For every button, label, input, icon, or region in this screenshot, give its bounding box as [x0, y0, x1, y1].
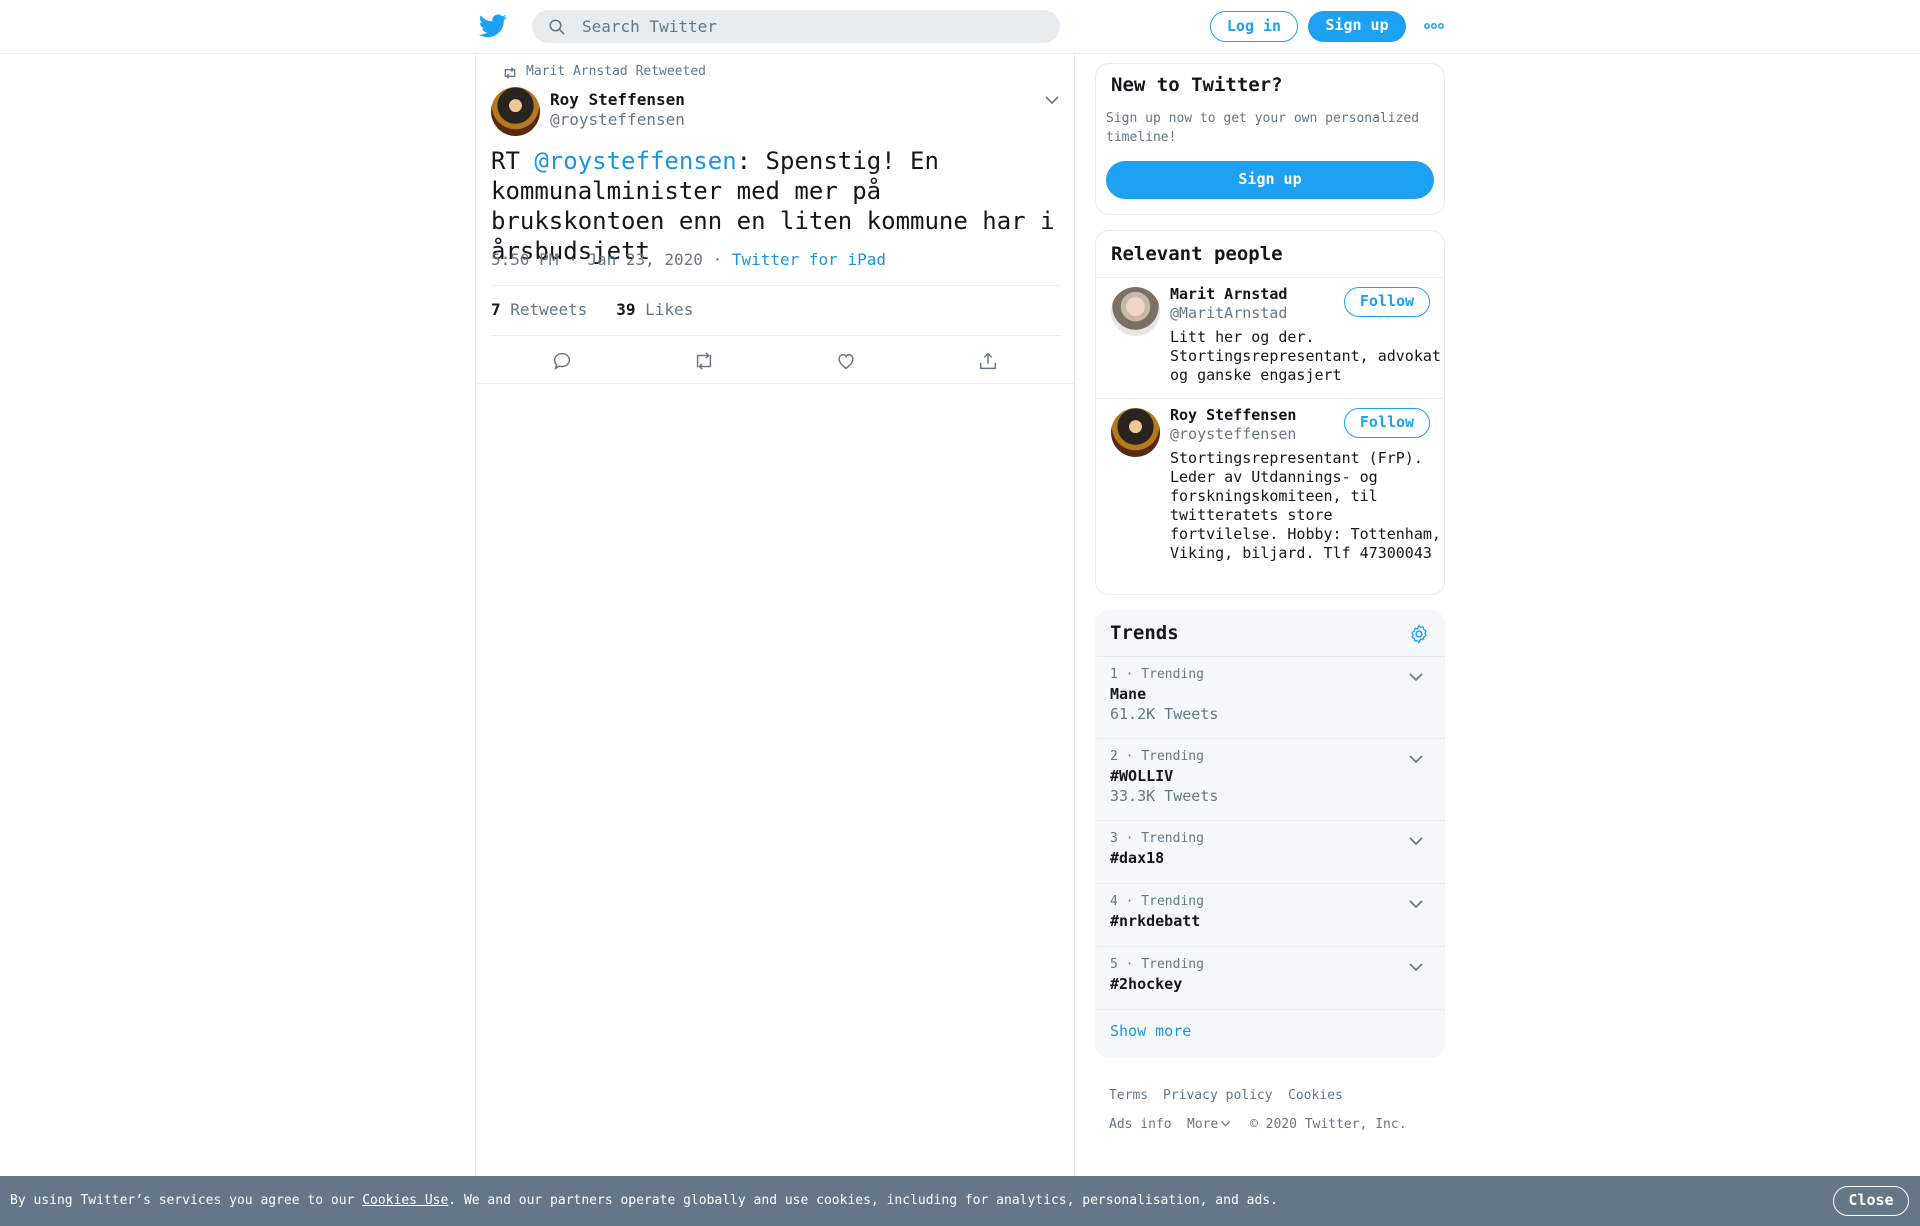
trends-card: Trends 1 · Trending Mane 61.2K Tweets 2 …: [1095, 610, 1445, 1058]
chevron-down-icon[interactable]: [1408, 896, 1424, 912]
tweet-stats: 7 Retweets 39 Likes: [491, 300, 693, 319]
retweet-context[interactable]: Marit Arnstad Retweeted: [504, 64, 707, 79]
trend-item[interactable]: 1 · Trending Mane 61.2K Tweets: [1095, 656, 1445, 738]
new-to-twitter-card: New to Twitter? Sign up now to get your …: [1095, 63, 1445, 215]
person-avatar[interactable]: [1111, 408, 1160, 457]
likes-label[interactable]: Likes: [645, 300, 693, 319]
trend-name: Mane: [1110, 685, 1147, 703]
search-icon: [549, 19, 565, 35]
search-input[interactable]: Search Twitter: [582, 17, 717, 36]
cookies-link[interactable]: Cookies: [1288, 1088, 1343, 1103]
signup-button[interactable]: Sign up: [1308, 11, 1406, 42]
new-to-twitter-title: New to Twitter?: [1111, 74, 1283, 96]
trend-name: #dax18: [1110, 849, 1165, 867]
chevron-down-icon[interactable]: [1408, 669, 1424, 685]
follow-button[interactable]: Follow: [1344, 408, 1430, 438]
trend-meta: 3 · Trending: [1110, 831, 1204, 846]
relevant-people-card: Relevant people Marit Arnstad @MaritArns…: [1095, 230, 1445, 595]
divider: [491, 285, 1061, 286]
person-name[interactable]: Roy Steffensen: [1170, 406, 1296, 424]
chevron-down-icon[interactable]: [1408, 959, 1424, 975]
relevant-people-title: Relevant people: [1111, 243, 1283, 265]
author-handle[interactable]: @roysteffensen: [550, 110, 685, 129]
gear-icon[interactable]: [1408, 623, 1430, 645]
person-card[interactable]: Roy Steffensen @roysteffensen Follow Sto…: [1096, 398, 1444, 594]
signup-large-button[interactable]: Sign up: [1106, 161, 1434, 199]
chevron-down-icon: [1221, 1120, 1231, 1127]
tweet-timestamp-line: 5:50 PM · Jan 23, 2020 · Twitter for iPa…: [491, 250, 886, 269]
trend-item[interactable]: 5 · Trending #2hockey: [1095, 946, 1445, 1009]
likes-count[interactable]: 39: [616, 300, 635, 319]
share-icon[interactable]: [977, 350, 999, 372]
show-more-link[interactable]: Show more: [1110, 1022, 1191, 1040]
trend-meta: 4 · Trending: [1110, 894, 1204, 909]
author-avatar[interactable]: [491, 87, 540, 136]
trend-item[interactable]: 2 · Trending #WOLLIV 33.3K Tweets: [1095, 738, 1445, 820]
trend-item[interactable]: 3 · Trending #dax18: [1095, 820, 1445, 883]
trend-count: 61.2K Tweets: [1110, 705, 1219, 723]
person-avatar[interactable]: [1111, 287, 1160, 336]
person-handle[interactable]: @roysteffensen: [1170, 425, 1296, 443]
tweet-text: RT @roysteffensen: Spenstig! En kommunal…: [491, 146, 1061, 266]
retweet-action-icon[interactable]: [693, 350, 715, 372]
more-label: More: [1187, 1117, 1219, 1132]
chevron-down-icon[interactable]: [1408, 751, 1424, 767]
author-name[interactable]: Roy Steffensen: [550, 90, 685, 109]
twitter-bird-icon[interactable]: [479, 14, 507, 38]
person-bio: Litt her og der. Stortingsrepresentant, …: [1170, 328, 1441, 384]
trends-title: Trends: [1110, 622, 1179, 644]
cookies-use-link[interactable]: Cookies Use: [362, 1193, 448, 1208]
more-link[interactable]: More: [1187, 1117, 1231, 1132]
tweet-column: Marit Arnstad Retweeted Roy Steffensen @…: [475, 54, 1075, 1180]
follow-button[interactable]: Follow: [1344, 287, 1430, 317]
trend-name: #nrkdebatt: [1110, 912, 1201, 930]
trend-meta: 2 · Trending: [1110, 749, 1204, 764]
terms-link[interactable]: Terms: [1109, 1088, 1148, 1103]
cookie-suffix: . We and our partners operate globally a…: [448, 1193, 1278, 1208]
login-button[interactable]: Log in: [1210, 11, 1298, 42]
trend-count: 33.3K Tweets: [1110, 787, 1219, 805]
divider: [476, 383, 1074, 384]
retweets-label[interactable]: Retweets: [510, 300, 587, 319]
trend-item[interactable]: 4 · Trending #nrkdebatt: [1095, 883, 1445, 946]
meta-separator: ·: [712, 250, 723, 269]
chevron-down-icon[interactable]: [1044, 92, 1060, 108]
tweet-time[interactable]: 5:50 PM · Jan 23, 2020: [491, 250, 703, 269]
reply-icon[interactable]: [551, 350, 573, 372]
copyright: © 2020 Twitter, Inc.: [1250, 1117, 1407, 1132]
new-to-twitter-description: Sign up now to get your own personalized…: [1106, 111, 1420, 145]
more-options-icon[interactable]: [1424, 20, 1444, 32]
chevron-down-icon[interactable]: [1408, 833, 1424, 849]
tweet-mention-link[interactable]: @roysteffensen: [534, 147, 736, 175]
cookie-banner: By using Twitter’s services you agree to…: [0, 1176, 1920, 1226]
like-heart-icon[interactable]: [835, 350, 857, 372]
retweet-icon: [504, 67, 516, 79]
privacy-link[interactable]: Privacy policy: [1163, 1088, 1273, 1103]
cookie-prefix: By using Twitter’s services you agree to…: [10, 1193, 363, 1208]
trend-name: #WOLLIV: [1110, 767, 1174, 785]
trend-meta: 1 · Trending: [1110, 667, 1204, 682]
tweet-text-prefix: RT: [491, 147, 535, 175]
tweet-source-link[interactable]: Twitter for iPad: [732, 250, 886, 269]
trend-name: #2hockey: [1110, 975, 1183, 993]
top-nav: Search Twitter Log in Sign up: [0, 0, 1920, 54]
person-bio: Stortingsrepresentant (FrP). Leder av Ut…: [1170, 449, 1441, 562]
retweets-count[interactable]: 7: [491, 300, 501, 319]
trend-meta: 5 · Trending: [1110, 957, 1204, 972]
cookie-text: By using Twitter’s services you agree to…: [10, 1193, 1278, 1208]
ads-info-link[interactable]: Ads info: [1109, 1117, 1172, 1132]
search-bar[interactable]: Search Twitter: [532, 10, 1060, 43]
retweeted-by-label: Marit Arnstad Retweeted: [526, 64, 707, 79]
person-handle[interactable]: @MaritArnstad: [1170, 304, 1287, 322]
person-card[interactable]: Marit Arnstad @MaritArnstad Follow Litt …: [1096, 277, 1444, 398]
tweet-actions: [476, 336, 1074, 386]
person-name[interactable]: Marit Arnstad: [1170, 285, 1287, 303]
close-button[interactable]: Close: [1833, 1186, 1909, 1216]
